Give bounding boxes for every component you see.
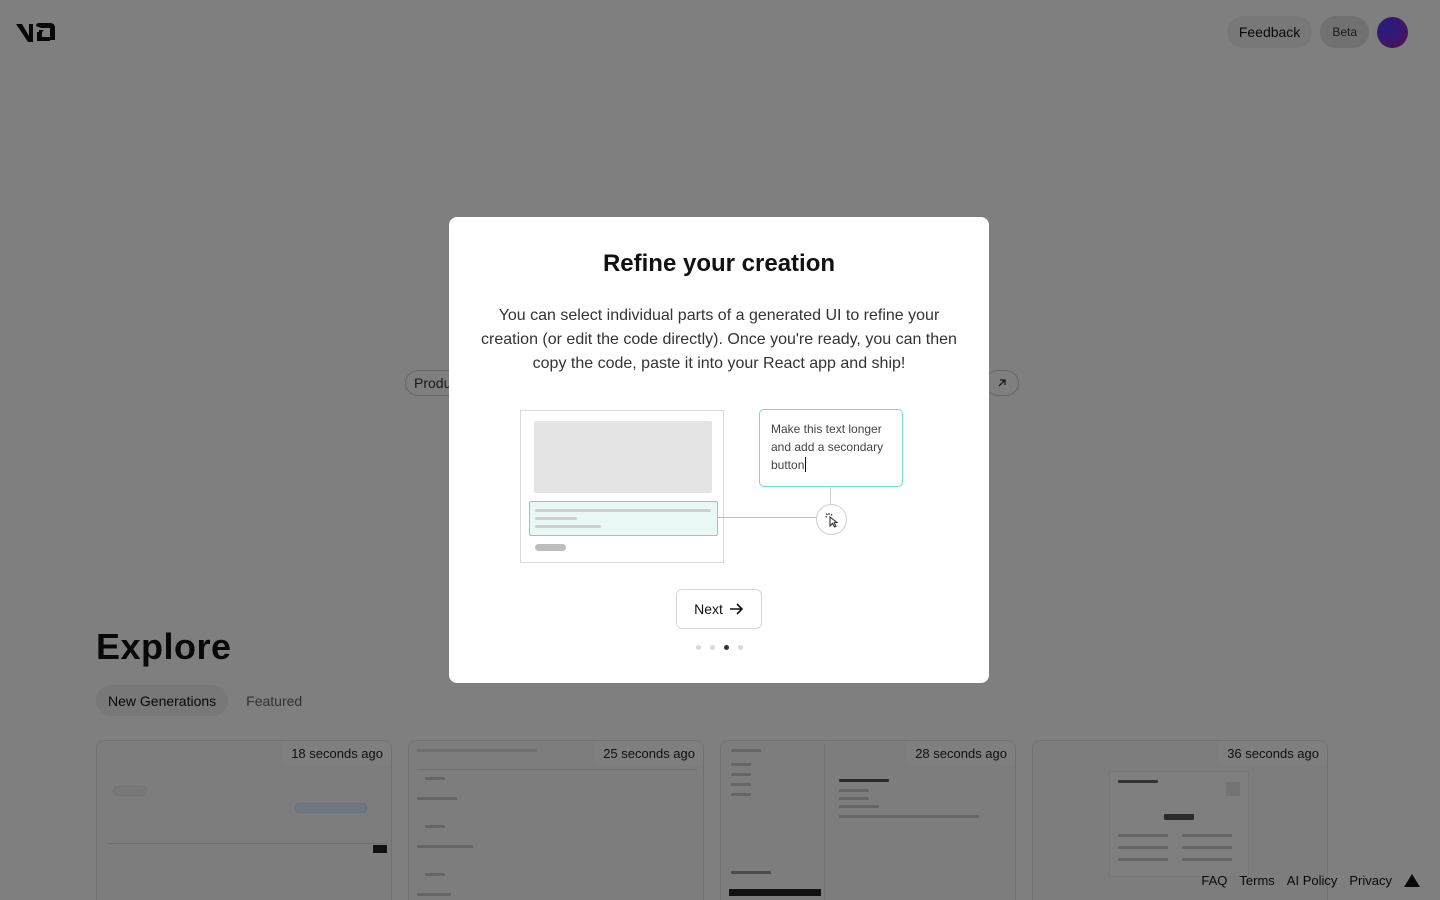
modal-title: Refine your creation bbox=[602, 250, 836, 277]
prompt-bubble: Make this text longer and add a secondar… bbox=[759, 409, 903, 487]
next-button-label: Next bbox=[694, 601, 723, 617]
ui-preview-frame bbox=[520, 410, 724, 563]
cursor-click-icon bbox=[816, 504, 847, 535]
image-placeholder bbox=[534, 421, 712, 493]
arrow-right-icon bbox=[729, 603, 744, 615]
prompt-text: Make this text longer and add a secondar… bbox=[771, 422, 884, 472]
onboarding-modal: Refine your creation You can select indi… bbox=[449, 217, 989, 683]
step-dot[interactable] bbox=[737, 645, 743, 650]
step-dot[interactable] bbox=[695, 645, 701, 650]
connector-line bbox=[717, 517, 817, 518]
refine-illustration: Make this text longer and add a secondar… bbox=[519, 409, 919, 565]
next-button[interactable]: Next bbox=[676, 589, 762, 629]
connector-line-vertical bbox=[830, 487, 831, 504]
button-placeholder bbox=[535, 544, 566, 551]
step-dot-active[interactable] bbox=[723, 645, 729, 650]
step-dot[interactable] bbox=[709, 645, 715, 650]
selected-text-block bbox=[529, 501, 718, 536]
modal-description: You can select individual parts of a gen… bbox=[481, 307, 957, 372]
step-indicator bbox=[449, 645, 989, 650]
text-caret bbox=[805, 457, 807, 472]
